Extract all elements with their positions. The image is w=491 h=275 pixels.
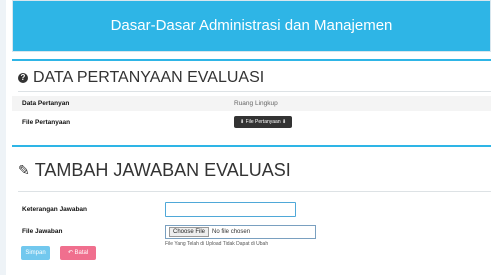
form-row-file: File Jawaban Choose File No file chosen …	[12, 225, 491, 247]
panel-data-pertanyaan: ? DATA PERTANYAAN EVALUASI Data Pertanya…	[12, 59, 491, 133]
divider	[18, 91, 491, 92]
divider	[18, 191, 491, 192]
keterangan-input[interactable]	[165, 202, 296, 217]
keterangan-label: Keterangan Jawaban	[22, 206, 88, 213]
file-jawaban-label: File Jawaban	[22, 228, 63, 235]
cancel-button[interactable]: ↶ Batal	[60, 246, 96, 260]
row-label: Data Pertanyan	[22, 100, 70, 107]
file-input[interactable]: Choose File No file chosen	[165, 225, 316, 239]
page-title: Dasar-Dasar Administrasi dan Manajemen	[110, 17, 393, 34]
section-title-tambah: ✎ TAMBAH JAWABAN EVALUASI	[12, 147, 491, 185]
save-button[interactable]: Simpan	[21, 246, 50, 260]
table-row: File Pertanyaan ⬇ File Pertanyaan ⬇	[12, 111, 491, 133]
pencil-icon: ✎	[18, 162, 30, 178]
help-text: File Yang Telah di Upload Tidak Dapat di…	[165, 241, 269, 247]
file-field-group: Choose File No file chosen File Yang Tel…	[165, 225, 316, 247]
choose-file-button[interactable]: Choose File	[169, 227, 210, 237]
download-file-button[interactable]: ⬇ File Pertanyaan ⬇	[234, 116, 293, 128]
page-content: Dasar-Dasar Administrasi dan Manajemen ?…	[12, 0, 491, 247]
form-actions: Simpan ↶ Batal	[21, 246, 96, 260]
section1-title: DATA PERTANYAAN EVALUASI	[33, 69, 265, 86]
section2-title: TAMBAH JAWABAN EVALUASI	[34, 160, 291, 180]
question-circle-icon: ?	[18, 73, 28, 83]
panel-tambah-jawaban: ✎ TAMBAH JAWABAN EVALUASI Keterangan Jaw…	[12, 145, 491, 247]
left-margin	[0, 0, 6, 275]
section-title-data: ? DATA PERTANYAAN EVALUASI	[12, 61, 491, 91]
table-row: Data Pertanyan Ruang Lingkup	[12, 96, 491, 111]
form-row-keterangan: Keterangan Jawaban	[12, 202, 491, 217]
no-file-text: No file chosen	[212, 229, 251, 235]
page-header: Dasar-Dasar Administrasi dan Manajemen	[12, 0, 491, 52]
row-label: File Pertanyaan	[22, 118, 71, 126]
row-value: Ruang Lingkup	[234, 100, 278, 107]
